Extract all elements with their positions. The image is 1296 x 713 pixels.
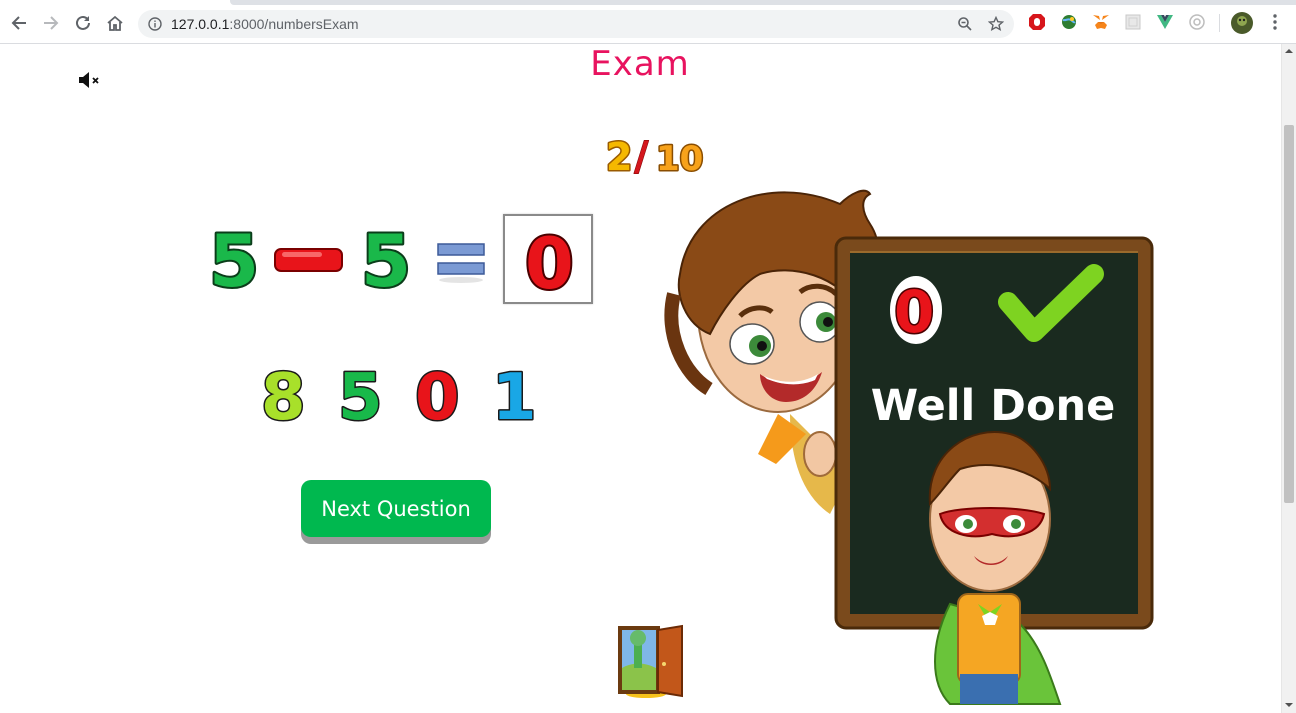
well-done-message: Well Done — [871, 381, 1116, 431]
minus-sign — [274, 248, 343, 272]
menu-dots-icon[interactable] — [1266, 13, 1284, 31]
profile-avatar[interactable] — [1231, 12, 1253, 34]
bookmark-star-icon[interactable] — [988, 16, 1004, 32]
metamask-fox-icon[interactable] — [1092, 13, 1110, 31]
svg-text:5: 5 — [361, 219, 411, 298]
toolbar-divider — [1219, 14, 1220, 32]
extension-puzzle-icon[interactable] — [1124, 13, 1142, 31]
url-text[interactable]: 127.0.0.1:8000/numbersExam — [171, 16, 359, 32]
info-icon[interactable] — [148, 17, 162, 31]
choice-digit-8[interactable]: 8 — [260, 360, 308, 436]
page-title: Exam — [590, 44, 690, 84]
forward-arrow-icon — [44, 16, 59, 30]
choice-digit-1[interactable]: 1 — [491, 360, 539, 436]
vue-devtools-icon[interactable] — [1156, 13, 1174, 31]
back-arrow-icon — [11, 16, 26, 30]
progress-total: 10 — [656, 139, 703, 179]
progress-counter: 2 / 10 — [605, 134, 705, 181]
back-button[interactable] — [8, 12, 30, 34]
url-path: :8000/numbersExam — [229, 16, 359, 32]
adblock-extension-icon[interactable] — [1028, 13, 1046, 31]
equals-sign — [437, 243, 485, 283]
choice-digit-0[interactable]: 0 — [414, 360, 462, 436]
answer-box[interactable]: 0 — [503, 214, 593, 307]
choice-digit-5[interactable]: 5 — [337, 360, 385, 436]
home-button[interactable] — [104, 12, 126, 34]
scroll-down-arrow-icon[interactable] — [1284, 701, 1294, 709]
tab-strip — [230, 0, 1296, 5]
globe-extension-icon[interactable] — [1060, 13, 1078, 31]
scrollbar-thumb[interactable] — [1284, 125, 1294, 503]
circle-extension-icon[interactable] — [1188, 13, 1206, 31]
mute-icon[interactable] — [78, 71, 102, 89]
progress-separator: / — [634, 134, 649, 180]
home-icon — [107, 15, 123, 31]
svg-text:0: 0 — [525, 223, 574, 302]
svg-text:5: 5 — [209, 219, 259, 298]
reload-button[interactable] — [72, 12, 94, 34]
svg-text:0: 0 — [894, 278, 934, 346]
browser-toolbar: 127.0.0.1:8000/numbersExam — [0, 0, 1296, 44]
forward-button[interactable] — [40, 12, 62, 34]
url-host: 127.0.0.1 — [171, 16, 230, 32]
progress-current: 2 — [606, 135, 632, 179]
reload-icon — [76, 15, 90, 30]
feedback-illustration: 0 Well Done — [664, 189, 1154, 705]
board-selected-digit: 0 — [890, 276, 942, 348]
next-question-button[interactable]: Next Question — [301, 480, 491, 537]
address-bar[interactable]: 127.0.0.1:8000/numbersExam — [138, 10, 1014, 38]
choices-row: 8501 — [260, 360, 539, 436]
answer-digit: 0 — [523, 221, 576, 307]
zoom-icon[interactable] — [957, 16, 973, 32]
scroll-up-arrow-icon[interactable] — [1284, 47, 1294, 55]
